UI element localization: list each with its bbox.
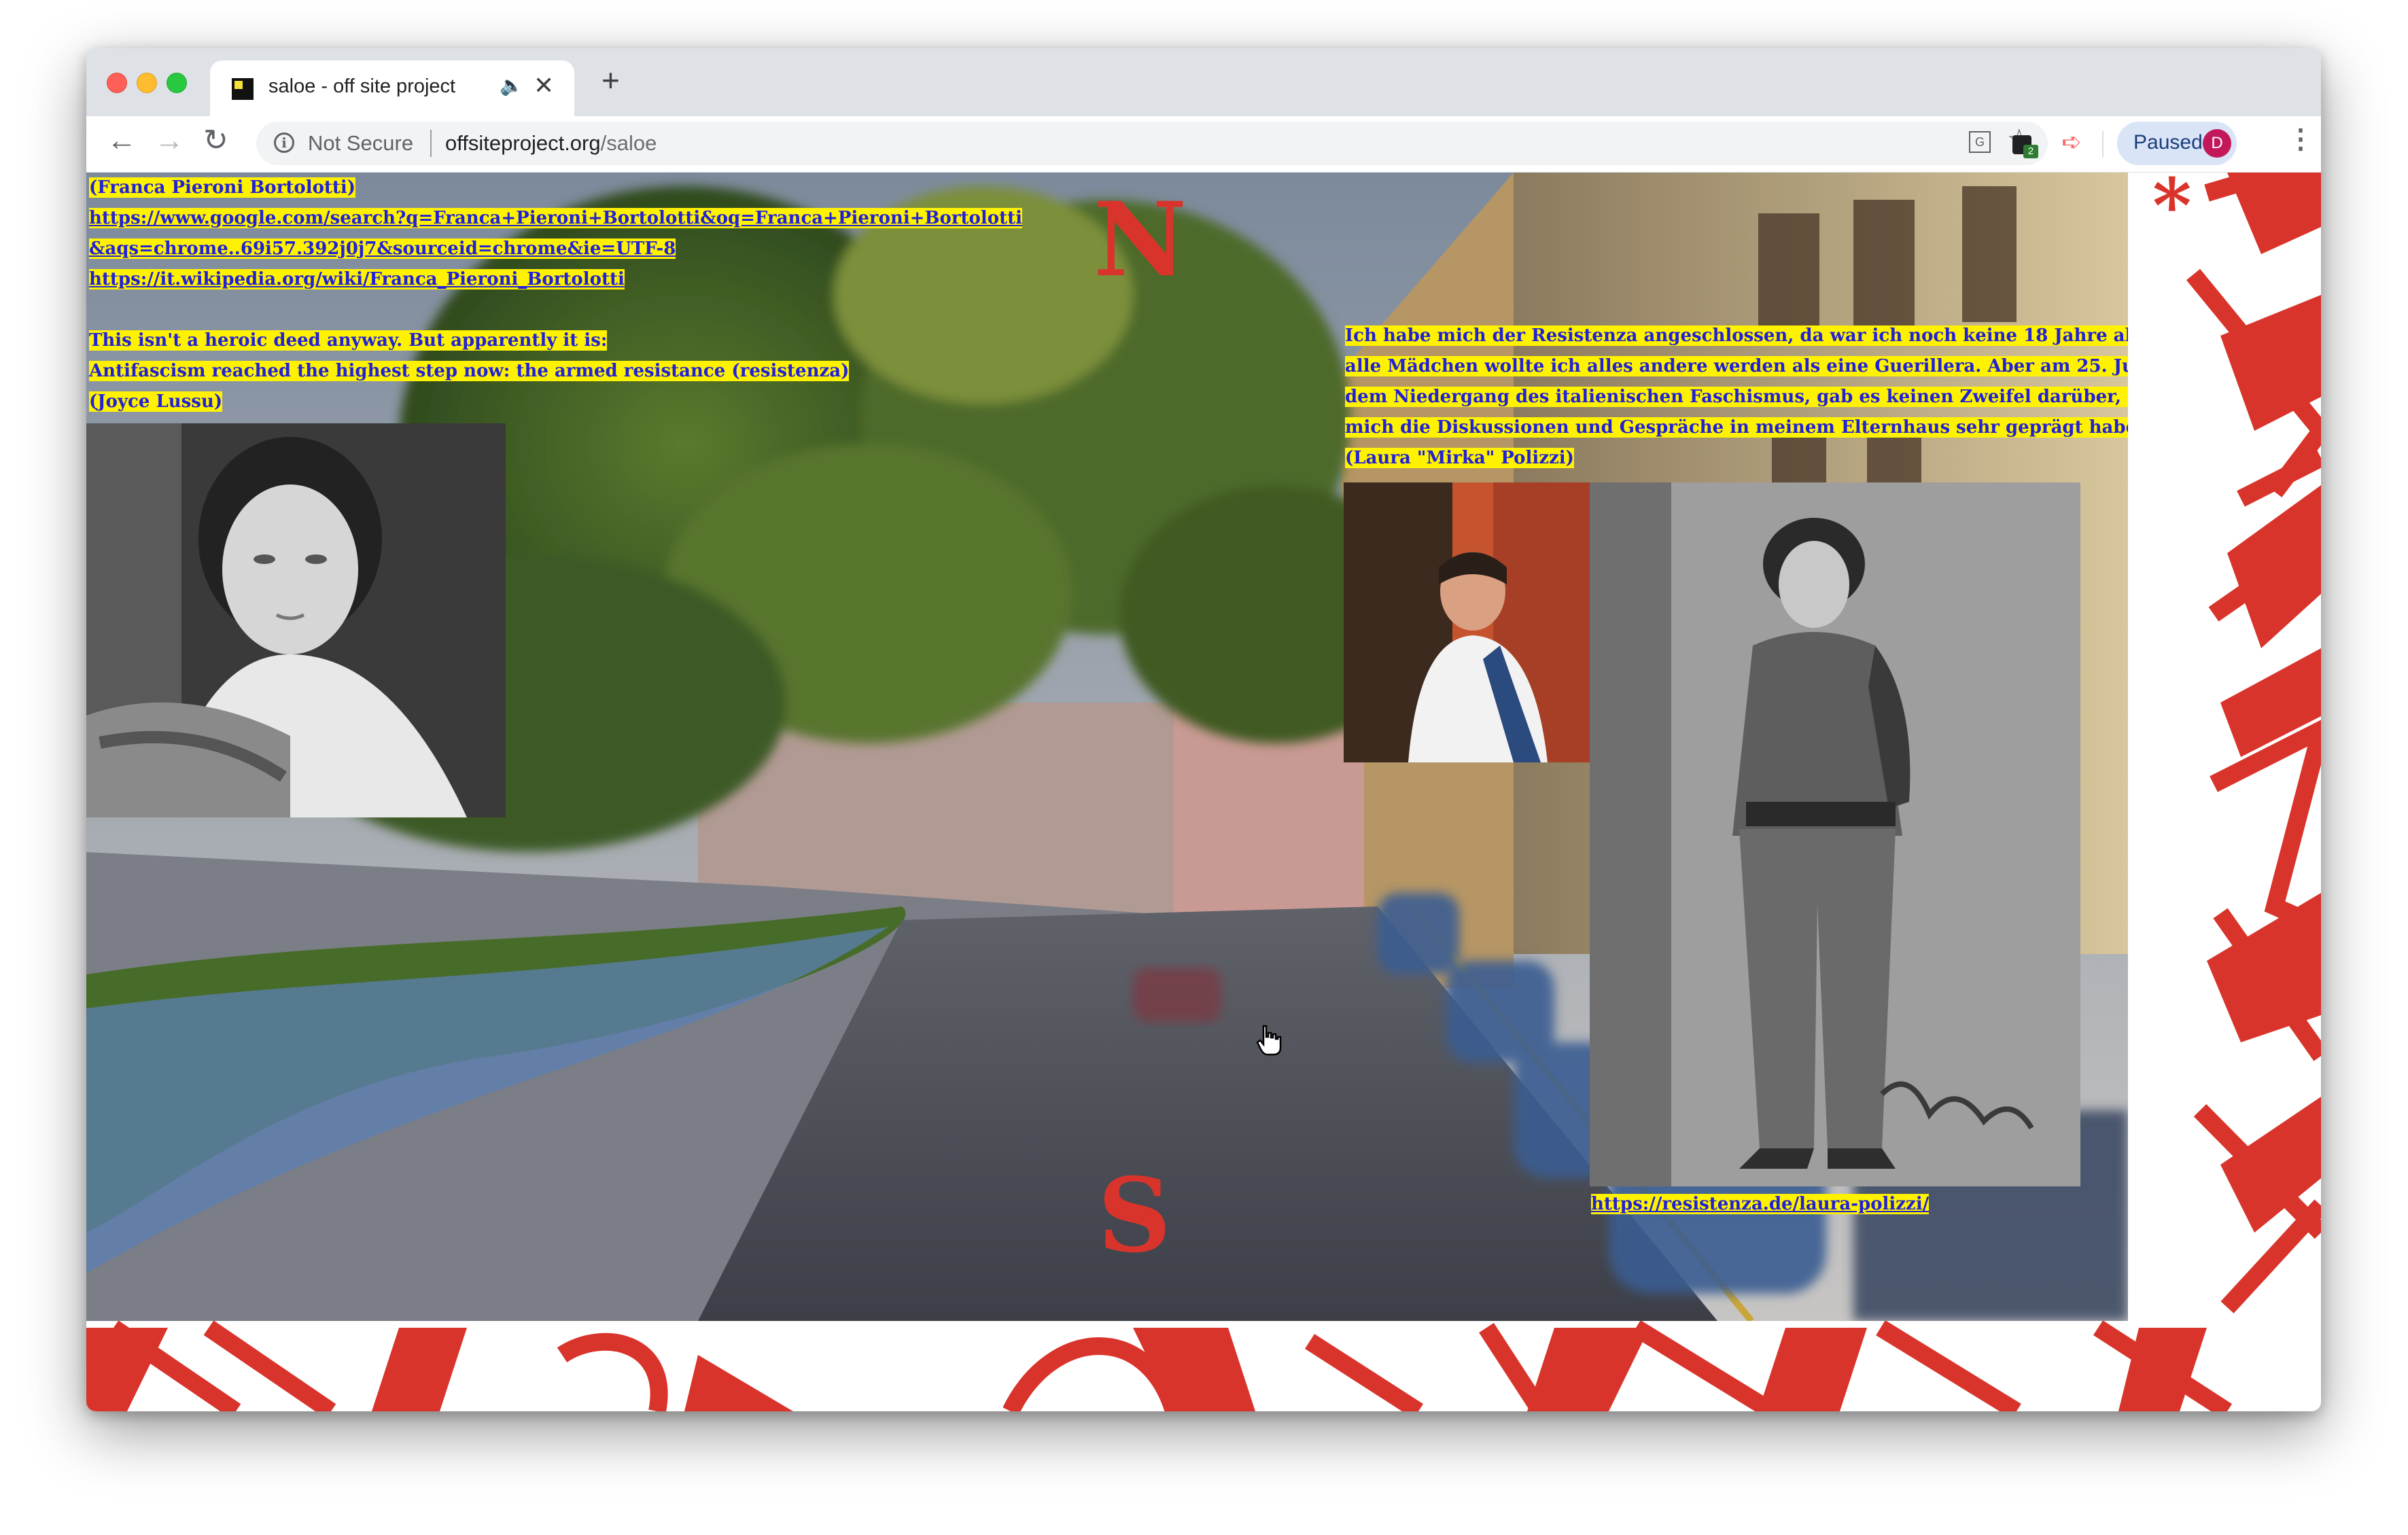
polizzi-quote-line-3: dem Niedergang des italienischen Faschis…: [1345, 387, 2128, 407]
window-close-button[interactable]: [107, 73, 127, 93]
kebab-menu-icon[interactable]: ⋮: [2287, 126, 2314, 153]
tab-title: saloe - off site project: [268, 75, 456, 97]
url-divider: [430, 130, 432, 157]
compass-north-label[interactable]: N: [1094, 189, 1187, 291]
close-tab-icon[interactable]: ✕: [534, 71, 554, 100]
extension-arrow-icon[interactable]: ➪: [2061, 130, 2082, 154]
polizzi-quote-line-1: Ich habe mich der Resistenza angeschloss…: [1345, 325, 2128, 346]
tab-strip: saloe - off site project 🔈 ✕ +: [86, 48, 2321, 116]
address-bar[interactable]: i Not Secure offsiteproject.org/saloe G …: [256, 122, 2048, 165]
left-text-block: (Franca Pieroni Bortolotti) https://www.…: [89, 173, 1022, 417]
site-favicon-icon: [232, 78, 254, 100]
wikipedia-link[interactable]: https://it.wikipedia.org/wiki/Franca_Pie…: [89, 269, 625, 289]
polizzi-quote-line-4: mich die Diskussionen und Gespräche in m…: [1345, 417, 2128, 438]
browser-toolbar: ← → ↻ i Not Secure offsiteproject.org/sa…: [86, 116, 2321, 173]
lussu-quote-line-2: Antifascism reached the highest step now…: [89, 361, 850, 381]
window-maximize-button[interactable]: [167, 73, 187, 93]
info-icon[interactable]: i: [274, 133, 294, 153]
url-host: offsiteproject.org: [445, 131, 601, 155]
joyce-lussu-photo: [86, 423, 506, 817]
laura-polizzi-color-photo: [1344, 482, 1590, 762]
right-text-block: Ich habe mich der Resistenza angeschloss…: [1345, 321, 2128, 474]
asterisk-icon[interactable]: *: [2152, 173, 2192, 243]
lussu-quote-line-1: This isn't a heroic deed anyway. But app…: [89, 330, 608, 351]
speaker-icon[interactable]: 🔈: [500, 74, 523, 96]
url-text[interactable]: offsiteproject.org/saloe: [445, 131, 657, 156]
desktop-background: saloe - off site project 🔈 ✕ + ← → ↻ i N…: [0, 0, 2408, 1535]
resistenza-link-wrap: https://resistenza.de/laura-polizzi/: [1591, 1189, 1930, 1220]
resistenza-link[interactable]: https://resistenza.de/laura-polizzi/: [1591, 1194, 1930, 1214]
forward-button[interactable]: →: [154, 126, 184, 156]
extension-badge: 2: [2023, 145, 2038, 158]
profile-status: Paused: [2133, 131, 2203, 154]
lussu-quote-author: (Joyce Lussu): [89, 391, 223, 412]
hand-cursor-icon: [1256, 1025, 1282, 1056]
reload-button[interactable]: ↻: [203, 126, 228, 156]
franca-name: (Franca Pieroni Bortolotti): [89, 177, 356, 198]
toolbar-divider: [2102, 131, 2104, 157]
browser-tab-active[interactable]: saloe - off site project 🔈 ✕: [210, 60, 574, 116]
security-label[interactable]: Not Secure: [308, 131, 413, 156]
new-tab-button[interactable]: +: [601, 65, 620, 96]
window-minimize-button[interactable]: [137, 73, 157, 93]
translate-icon[interactable]: G: [1969, 131, 1991, 153]
polizzi-quote-author: (Laura "Mirka" Polizzi): [1345, 448, 1574, 468]
profile-button[interactable]: Paused D: [2117, 122, 2237, 165]
url-path: /saloe: [600, 131, 657, 155]
polizzi-quote-line-2: alle Mädchen wollte ich alles andere wer…: [1345, 356, 2128, 376]
google-search-link-continued[interactable]: &aqs=chrome..69i57.392j0j7&sourceid=chro…: [89, 239, 676, 259]
compass-south-label[interactable]: S: [1098, 1165, 1171, 1267]
back-button[interactable]: ←: [107, 126, 137, 156]
street-view-scene[interactable]: N S (Franca Pieroni Bortolotti) https://…: [86, 173, 2128, 1321]
laura-polizzi-bw-photo: [1590, 482, 2080, 1186]
page-viewport: N S (Franca Pieroni Bortolotti) https://…: [86, 173, 2321, 1411]
google-search-link[interactable]: https://www.google.com/search?q=Franca+P…: [89, 208, 1022, 228]
avatar: D: [2203, 129, 2231, 158]
browser-window: saloe - off site project 🔈 ✕ + ← → ↻ i N…: [86, 48, 2321, 1411]
